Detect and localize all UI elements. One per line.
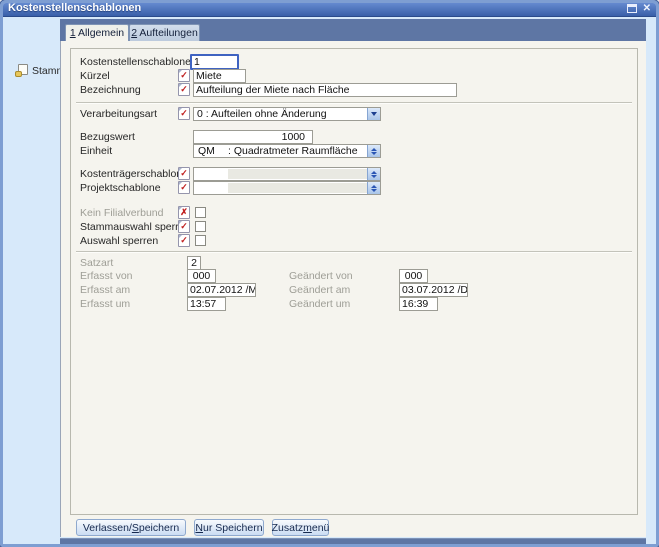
window-title: Kostenstellenschablonen <box>8 2 141 14</box>
label-satzart: Satzart <box>80 257 113 269</box>
auswahl-sperren-checkbox[interactable] <box>195 235 206 246</box>
stammblatt-icon <box>15 64 28 77</box>
bezeichnung-modified-check-icon: ✓ <box>178 83 190 96</box>
verarbeitungsart-dropdown[interactable]: 0 : Aufteilen ohne Änderung <box>193 107 381 121</box>
verarbeitungsart-value: 0 : Aufteilen ohne Änderung <box>197 108 327 120</box>
kostenstellenschablone-input[interactable] <box>190 54 239 70</box>
close-icon[interactable]: ✕ <box>643 4 651 13</box>
label-auswahl-sperren: Auswahl sperren <box>80 235 158 247</box>
kuerzel-modified-check-icon: ✓ <box>178 69 190 82</box>
separator <box>76 251 632 253</box>
erfasst-um-value: 13:57 <box>187 297 226 311</box>
label-kostenstellenschablone: Kostenstellenschablone <box>80 56 191 68</box>
tab-page-allgemein: Kostenstellenschablone Kürzel ✓ Bezeichn… <box>60 41 646 537</box>
label-kuerzel: Kürzel <box>80 70 110 82</box>
label-geaendert-um: Geändert um <box>289 298 350 310</box>
geaendert-am-value: 03.07.2012 /Di <box>399 283 468 297</box>
verlassen-speichern-button[interactable]: Verlassen/Speichern <box>76 519 186 536</box>
tab-allgemein[interactable]: 1 Allgemein <box>65 24 129 41</box>
label-geaendert-von: Geändert von <box>289 270 353 282</box>
bezugswert-input[interactable] <box>193 130 313 144</box>
kein-filialverbund-cross-icon: ✗ <box>178 206 190 219</box>
label-kein-filialverbund: Kein Filialverbund <box>80 207 163 219</box>
nur-speichern-button[interactable]: Nur Speichern <box>194 519 264 536</box>
einheit-desc: : Quadratmeter Raumfläche <box>228 145 358 157</box>
tab-aufteilungen[interactable]: 2 Aufteilungen <box>129 24 200 41</box>
spinner-icon[interactable] <box>367 182 380 194</box>
stammauswahl-sperren-check-icon: ✓ <box>178 220 190 233</box>
zusatzmenue-button[interactable]: Zusatzmenü <box>272 519 329 536</box>
bezeichnung-input[interactable] <box>193 83 457 97</box>
label-projektschablone: Projektschablone <box>80 182 161 194</box>
separator <box>76 102 632 104</box>
label-stammauswahl-sperren: Stammauswahl sperren <box>80 221 190 233</box>
geaendert-um-value: 16:39 <box>399 297 438 311</box>
empty-desc-area <box>228 183 367 193</box>
label-verarbeitungsart: Verarbeitungsart <box>80 108 157 120</box>
label-erfasst-am: Erfasst am <box>80 284 130 296</box>
einheit-combo[interactable]: QM : Quadratmeter Raumfläche <box>193 144 381 158</box>
geaendert-von-value: 000 <box>399 269 428 283</box>
tab-strip: 1 Allgemein 2 Aufteilungen <box>60 19 646 41</box>
app-window: Kostenstellenschablonen ✕ Stammblatt 1 A… <box>0 0 659 547</box>
tab-aufteilungen-label: Aufteilungen <box>137 27 198 39</box>
erfasst-am-value: 02.07.2012 /Mo <box>187 283 256 297</box>
projektschablone-modified-check-icon: ✓ <box>178 181 190 194</box>
bottom-status-bar <box>60 538 646 545</box>
kuerzel-input[interactable] <box>193 69 246 83</box>
label-erfasst-von: Erfasst von <box>80 270 133 282</box>
spinner-icon[interactable] <box>367 168 380 180</box>
kein-filialverbund-checkbox <box>195 207 206 218</box>
einheit-code: QM <box>198 145 215 157</box>
auswahl-sperren-check-icon: ✓ <box>178 234 190 247</box>
dropdown-arrow-icon[interactable] <box>367 108 380 120</box>
erfasst-von-value: 000 <box>187 269 216 283</box>
kostentraegerschablone-combo[interactable] <box>193 167 381 181</box>
label-kostentraegerschablone: Kostenträgerschablone <box>80 168 188 180</box>
label-erfasst-um: Erfasst um <box>80 298 130 310</box>
projektschablone-combo[interactable] <box>193 181 381 195</box>
label-geaendert-am: Geändert am <box>289 284 350 296</box>
label-einheit: Einheit <box>80 145 112 157</box>
kostentraegerschablone-modified-check-icon: ✓ <box>178 167 190 180</box>
restore-icon[interactable] <box>627 4 637 13</box>
empty-desc-area <box>228 169 367 179</box>
verarbeitungsart-modified-check-icon: ✓ <box>178 107 190 120</box>
label-bezeichnung: Bezeichnung <box>80 84 141 96</box>
window-titlebar: Kostenstellenschablonen ✕ <box>0 0 659 17</box>
stammauswahl-sperren-checkbox[interactable] <box>195 221 206 232</box>
spinner-icon[interactable] <box>367 145 380 157</box>
satzart-value: 2 <box>187 256 201 270</box>
label-bezugswert: Bezugswert <box>80 131 135 143</box>
tab-allgemein-label: Allgemein <box>76 27 124 39</box>
